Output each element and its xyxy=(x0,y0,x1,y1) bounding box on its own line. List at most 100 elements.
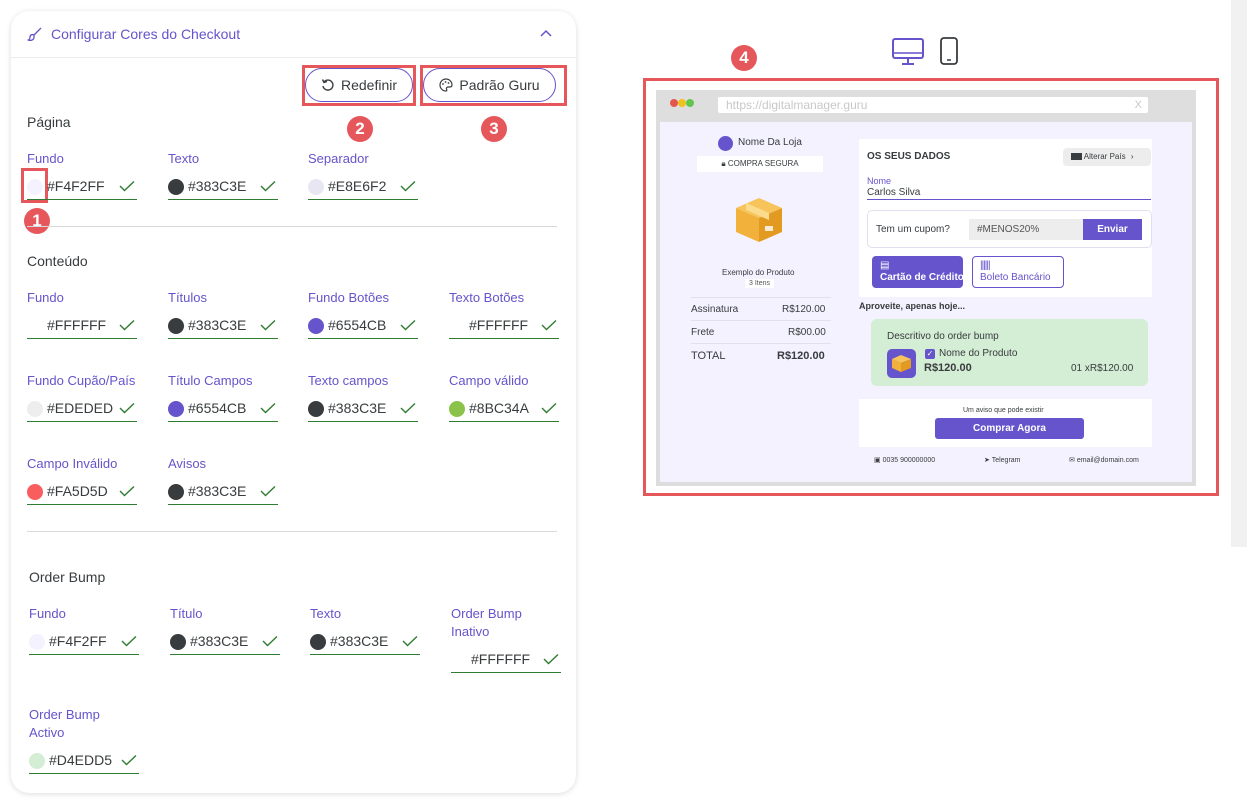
color-value: #383C3E xyxy=(190,633,249,649)
name-field[interactable]: Carlos Silva xyxy=(867,187,1151,200)
pay-card-button[interactable]: ▤ Cartão de Crédito xyxy=(872,256,964,288)
color-value: #E8E6F2 xyxy=(328,178,387,194)
color-value: #FFFFFF xyxy=(47,317,107,333)
desktop-preview-icon[interactable] xyxy=(892,38,924,66)
order-bump-card[interactable]: Descritivo do order bump ✓ Nome do Produ… xyxy=(871,319,1148,386)
buy-now-button[interactable]: Comprar Agora xyxy=(935,418,1084,439)
color-value: #8BC34A xyxy=(469,400,529,416)
color-field-page-separator[interactable]: #E8E6F2 xyxy=(308,174,418,200)
field-label: Texto Botões xyxy=(449,290,525,305)
summary-label: Frete xyxy=(691,327,715,338)
page-scrollbar[interactable] xyxy=(1231,0,1247,547)
panel-header[interactable]: Configurar Cores do Checkout xyxy=(11,11,576,58)
color-swatch[interactable] xyxy=(308,401,324,417)
field-label: Campo válido xyxy=(449,373,529,388)
check-icon xyxy=(260,402,276,414)
bump-checkbox[interactable]: ✓ xyxy=(925,349,935,359)
window-dot-yellow xyxy=(678,99,686,107)
check-icon xyxy=(260,180,276,192)
field-label: Avisos xyxy=(168,456,207,471)
color-field-bump-background[interactable]: #F4F2FF xyxy=(29,629,139,655)
highlight-guru-default xyxy=(420,65,567,106)
color-field-bump-title[interactable]: #383C3E xyxy=(170,629,280,655)
color-swatch[interactable] xyxy=(308,179,324,195)
color-swatch[interactable] xyxy=(29,753,45,769)
mobile-preview-icon[interactable] xyxy=(940,37,958,65)
color-field-bump-text[interactable]: #383C3E xyxy=(310,629,420,655)
check-icon xyxy=(119,319,135,331)
secure-badge: 🔒︎ COMPRA SEGURA xyxy=(697,156,823,172)
coupon-send-button[interactable]: Enviar xyxy=(1083,219,1142,240)
color-swatch[interactable] xyxy=(168,484,184,500)
color-field-button-background[interactable]: #6554CB xyxy=(308,313,418,339)
check-icon xyxy=(121,635,137,647)
badge-one: 1 xyxy=(24,208,50,234)
coupon-question: Tem um cupom? xyxy=(876,224,950,235)
color-value: #383C3E xyxy=(188,317,247,333)
color-field-notices[interactable]: #383C3E xyxy=(168,479,278,505)
cta-area: Um aviso que pode existir Comprar Agora xyxy=(859,399,1152,447)
color-swatch[interactable] xyxy=(308,318,324,334)
color-field-page-background[interactable]: #F4F2FF xyxy=(27,174,137,200)
color-field-titles[interactable]: #383C3E xyxy=(168,313,278,339)
field-label: Fundo xyxy=(29,606,66,621)
pay-boleto-label: Boleto Bancário xyxy=(980,272,1051,283)
check-icon xyxy=(119,402,135,414)
color-field-field-title[interactable]: #6554CB xyxy=(168,396,278,422)
color-swatch[interactable] xyxy=(170,634,186,650)
color-swatch[interactable] xyxy=(27,179,43,195)
divider xyxy=(691,320,831,321)
color-swatch[interactable] xyxy=(27,484,43,500)
coupon-input[interactable]: #MENOS20% xyxy=(969,219,1083,240)
color-value: #D4EDD5 xyxy=(49,752,113,768)
field-label: Fundo Botões xyxy=(308,290,389,305)
color-field-coupon-background[interactable]: #EDEDED xyxy=(27,396,137,422)
pay-boleto-button[interactable]: |||||| Boleto Bancário xyxy=(972,256,1064,288)
badge-two: 2 xyxy=(347,116,373,142)
form-title: OS SEUS DADOS xyxy=(867,151,951,162)
color-field-valid[interactable]: #8BC34A xyxy=(449,396,559,422)
check-icon xyxy=(541,402,557,414)
address-bar: https://digitalmanager.guru X xyxy=(718,97,1148,113)
color-field-bump-active[interactable]: #D4EDD5 xyxy=(29,748,139,774)
bump-description: Descritivo do order bump xyxy=(887,331,999,342)
product-items: 3 Itens xyxy=(745,279,775,288)
field-label: Texto xyxy=(310,606,342,621)
footer-telegram: ➤ Telegram xyxy=(984,456,1021,464)
color-swatch[interactable] xyxy=(168,179,184,195)
preview-form: OS SEUS DADOS Alterar País › Nome Carlos… xyxy=(859,139,1152,297)
panel-title: Configurar Cores do Checkout xyxy=(51,26,241,42)
lock-icon: 🔒︎ xyxy=(721,159,726,168)
color-swatch[interactable] xyxy=(449,401,465,417)
preview-page: Nome Da Loja 🔒︎ COMPRA SEGURA Exemplo do… xyxy=(660,122,1192,482)
change-country-button[interactable]: Alterar País › xyxy=(1063,148,1151,166)
color-swatch[interactable] xyxy=(27,401,43,417)
secure-text: COMPRA SEGURA xyxy=(727,159,799,168)
field-label: Título xyxy=(170,606,203,621)
color-value: #383C3E xyxy=(188,483,247,499)
color-value: #F4F2FF xyxy=(49,633,107,649)
store-logo xyxy=(718,136,733,151)
field-label: Texto campos xyxy=(308,373,389,388)
color-swatch[interactable] xyxy=(310,634,326,650)
color-field-button-text[interactable]: #FFFFFF xyxy=(449,313,559,339)
field-label: Título Campos xyxy=(168,373,253,388)
bump-price: R$120.00 xyxy=(924,362,972,374)
color-swatch[interactable] xyxy=(168,318,184,334)
color-value: #383C3E xyxy=(330,633,389,649)
color-field-content-background[interactable]: #FFFFFF xyxy=(27,313,137,339)
store-name: Nome Da Loja xyxy=(738,137,802,148)
chevron-up-icon[interactable] xyxy=(539,28,553,38)
color-field-field-text[interactable]: #383C3E xyxy=(308,396,418,422)
footer-email: ✉ email@domain.com xyxy=(1069,456,1139,464)
color-value: #383C3E xyxy=(328,400,387,416)
color-swatch[interactable] xyxy=(29,634,45,650)
field-label: Títulos xyxy=(168,290,208,305)
check-icon xyxy=(121,754,137,766)
color-field-bump-inactive[interactable]: #FFFFFF xyxy=(451,647,561,673)
color-swatch[interactable] xyxy=(168,401,184,417)
color-field-page-text[interactable]: #383C3E xyxy=(168,174,278,200)
color-field-invalid[interactable]: #FA5D5D xyxy=(27,479,137,505)
total-value: R$120.00 xyxy=(777,350,825,362)
color-value: #F4F2FF xyxy=(47,178,105,194)
